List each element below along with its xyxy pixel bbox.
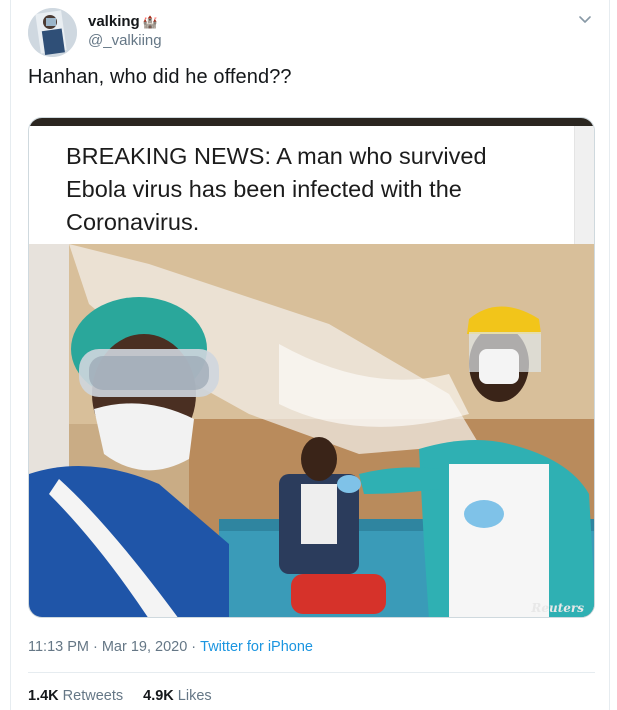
meta-separator: · [191, 639, 197, 655]
chevron-down-icon[interactable] [577, 12, 593, 28]
tweet-time[interactable]: 11:13 PM [28, 639, 89, 655]
tweet-source-link[interactable]: Twitter for iPhone [200, 639, 313, 655]
tweet-meta: 11:13 PM · Mar 19, 2020 · Twitter for iP… [28, 639, 313, 655]
news-headline: BREAKING NEWS: A man who survived Ebola … [66, 143, 487, 235]
tweet-stats: 1.4K Retweets 4.9K Likes [28, 688, 212, 704]
headline-panel: BREAKING NEWS: A man who survived Ebola … [29, 126, 594, 244]
avatar[interactable] [28, 8, 77, 57]
tweet-header: valking 🏰 @_valkiing [28, 8, 603, 57]
likes-label: Likes [177, 688, 212, 704]
castle-emoji-icon: 🏰 [142, 14, 158, 29]
meta-separator: · [93, 639, 98, 655]
reuters-watermark: Reuters [531, 601, 584, 615]
tweet-media[interactable]: BREAKING NEWS: A man who survived Ebola … [28, 117, 595, 618]
display-name[interactable]: valking [88, 13, 140, 30]
retweets-count: 1.4K [28, 688, 59, 704]
retweets-stat[interactable]: 1.4K Retweets [28, 688, 123, 704]
news-photo[interactable]: Reuters [29, 244, 594, 617]
tweet-date[interactable]: Mar 19, 2020 [102, 639, 187, 655]
user-handle[interactable]: @_valkiing [88, 32, 162, 49]
media-top-bar [29, 118, 594, 126]
likes-stat[interactable]: 4.9K Likes [143, 688, 212, 704]
tweet-text: Hanhan, who did he offend?? [28, 66, 292, 88]
headline-panel-side [574, 126, 594, 244]
divider [28, 672, 595, 673]
likes-count: 4.9K [143, 688, 174, 704]
retweets-label: Retweets [62, 688, 124, 704]
name-row: valking 🏰 [88, 13, 158, 30]
